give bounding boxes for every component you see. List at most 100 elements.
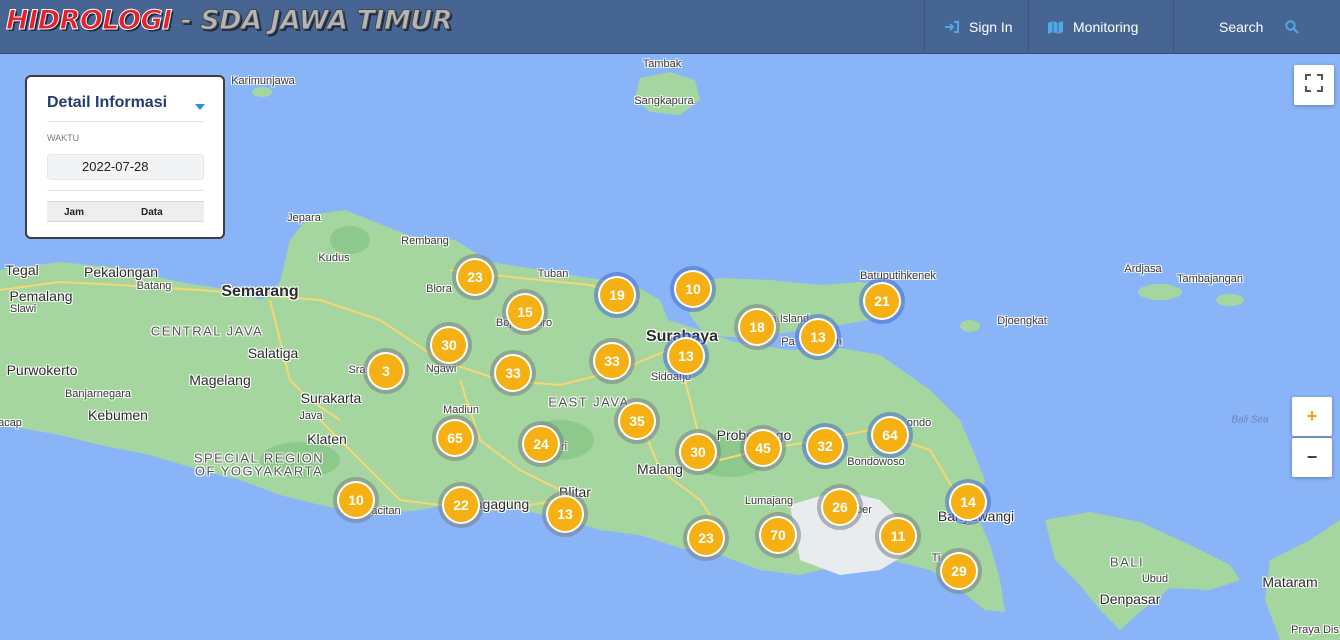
place-label: Tambajangan [1176, 273, 1244, 285]
marker-cluster[interactable]: 26 [817, 484, 863, 530]
cluster-count: 32 [808, 429, 842, 463]
marker-cluster[interactable]: 35 [614, 398, 660, 444]
place-label: Malang [637, 461, 683, 477]
detail-info-panel: Detail Informasi WAKTU 2022-07-28 Jam Da… [25, 75, 225, 239]
fullscreen-icon [1305, 73, 1323, 97]
cluster-count: 10 [676, 272, 710, 306]
marker-cluster[interactable]: 33 [490, 350, 536, 396]
marker-cluster[interactable]: 10 [670, 266, 716, 312]
place-label: Madiun [442, 404, 480, 416]
cluster-count: 35 [620, 404, 654, 438]
cluster-count: 15 [508, 295, 542, 329]
marker-cluster[interactable]: 3 [363, 348, 409, 394]
place-label: Slawi [9, 303, 37, 315]
zoom-in-button[interactable]: + [1292, 397, 1332, 436]
marker-cluster[interactable]: 15 [502, 289, 548, 335]
column-header-data: Data [141, 207, 163, 218]
region-label: OF YOGYAKARTA [194, 463, 324, 479]
place-label: Kebumen [88, 407, 148, 423]
panel-title: Detail Informasi [47, 94, 168, 111]
place-label: Bondowoso [847, 456, 905, 468]
place-label: Pekalongan [84, 264, 158, 280]
place-label: Salatiga [247, 345, 299, 361]
marker-cluster[interactable]: 30 [426, 322, 472, 368]
cluster-count: 21 [865, 284, 899, 318]
marker-cluster[interactable]: 30 [675, 429, 721, 475]
monitoring-link[interactable]: Monitoring [1028, 0, 1173, 54]
place-label: Tuban [537, 268, 569, 280]
place-label: Ardjasa [1124, 263, 1162, 275]
region-label: BALI [1109, 554, 1145, 570]
place-label: Mataram [1262, 574, 1318, 590]
cluster-count: 23 [458, 260, 492, 294]
place-label: Praya Dis [1291, 624, 1339, 636]
cluster-count: 30 [432, 328, 466, 362]
marker-cluster[interactable]: 24 [518, 421, 564, 467]
divider [47, 121, 204, 122]
marker-cluster[interactable]: 14 [945, 479, 991, 525]
marker-cluster[interactable]: 23 [452, 254, 498, 300]
marker-cluster[interactable]: 19 [594, 272, 640, 318]
place-label: Surakarta [300, 390, 362, 406]
marker-cluster[interactable]: 33 [589, 338, 635, 384]
place-label: Semarang [221, 283, 299, 300]
cluster-count: 33 [496, 356, 530, 390]
marker-cluster[interactable]: 13 [795, 314, 841, 360]
cluster-count: 10 [339, 483, 373, 517]
marker-cluster[interactable]: 13 [663, 333, 709, 379]
place-label: Jepara [287, 212, 321, 224]
marker-cluster[interactable]: 10 [333, 477, 379, 523]
sign-in-link[interactable]: Sign In [924, 0, 1028, 54]
marker-cluster[interactable]: 45 [740, 425, 786, 471]
search-icon [1285, 20, 1300, 34]
search-link[interactable]: Search [1173, 0, 1340, 54]
place-label: Batang [136, 280, 172, 292]
cluster-count: 22 [444, 488, 478, 522]
cluster-count: 70 [761, 518, 795, 552]
marker-cluster[interactable]: 65 [432, 415, 478, 461]
cluster-count: 19 [600, 278, 634, 312]
zoom-out-button[interactable]: − [1292, 438, 1332, 477]
marker-cluster[interactable]: 29 [936, 548, 982, 594]
place-label: Java [299, 410, 323, 422]
marker-cluster[interactable]: 18 [734, 304, 780, 350]
place-label: Banjarnegara [64, 388, 132, 400]
region-label: CENTRAL JAVA [150, 323, 264, 339]
cluster-count: 14 [951, 485, 985, 519]
caret-down-icon[interactable] [195, 97, 205, 115]
place-label: Sangkapura [634, 95, 694, 107]
cluster-count: 33 [595, 344, 629, 378]
marker-cluster[interactable]: 32 [802, 423, 848, 469]
place-label: Blora [426, 283, 452, 295]
place-label: acap [0, 417, 22, 429]
marker-cluster[interactable]: 23 [683, 515, 729, 561]
cluster-count: 13 [548, 497, 582, 531]
marker-cluster[interactable]: 13 [542, 491, 588, 537]
map-icon [1048, 20, 1063, 34]
cluster-count: 11 [881, 519, 915, 553]
cluster-count: 45 [746, 431, 780, 465]
marker-cluster[interactable]: 21 [859, 278, 905, 324]
search-label: Search [1219, 19, 1264, 35]
monitoring-label: Monitoring [1073, 19, 1139, 35]
fullscreen-button[interactable] [1294, 65, 1334, 105]
place-label: Denpasar [1099, 591, 1161, 607]
site-logo[interactable]: HIDROLOGI - SDA JAWA TIMUR [6, 5, 454, 37]
marker-cluster[interactable]: 11 [875, 513, 921, 559]
place-label: Magelang [189, 372, 251, 388]
marker-cluster[interactable]: 64 [867, 412, 913, 458]
sign-in-label: Sign In [969, 19, 1013, 35]
logo-sda-jawa-timur: - SDA JAWA TIMUR [171, 5, 453, 37]
place-label: Kudus [318, 252, 350, 264]
sign-in-icon [945, 21, 959, 33]
marker-cluster[interactable]: 70 [755, 512, 801, 558]
place-label: Purwokerto [6, 362, 78, 378]
divider [47, 190, 204, 191]
cluster-count: 29 [942, 554, 976, 588]
data-table-header: Jam Data [47, 201, 204, 222]
sea-label: Bali Sea [1231, 414, 1269, 426]
place-label: Djoengkat [997, 315, 1047, 327]
date-input[interactable]: 2022-07-28 [47, 154, 204, 180]
cluster-count: 13 [801, 320, 835, 354]
marker-cluster[interactable]: 22 [438, 482, 484, 528]
